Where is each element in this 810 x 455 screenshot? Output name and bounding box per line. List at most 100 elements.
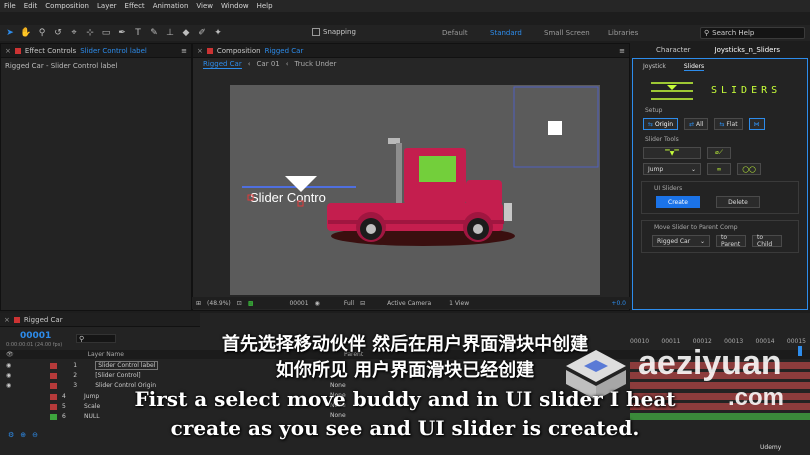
menu-help[interactable]: Help	[257, 2, 273, 10]
hand-tool-icon[interactable]: ✋	[20, 27, 32, 39]
tab-joysticks-n-sliders[interactable]: Joysticks_n_Sliders	[715, 46, 780, 54]
menu-edit[interactable]: Edit	[24, 2, 38, 10]
subtitle-en-line-2: create as you see and UI slider is creat…	[170, 416, 640, 440]
joysticks-sliders-panel: Joystick Sliders SLIDERS Setup ⇆ Origin …	[632, 58, 808, 310]
hub-rear	[366, 224, 376, 234]
parent-comp-select[interactable]: Rigged Car ⌄	[652, 235, 710, 247]
right-panel-tabs: Character Joysticks_n_Sliders	[632, 44, 808, 56]
move-slider-label: Move Slider to Parent Comp	[654, 224, 738, 231]
safe-area-icon[interactable]: ⊡	[237, 300, 242, 307]
chain-button[interactable]: ∞	[707, 163, 731, 175]
chevron-down-icon: ⌄	[690, 165, 696, 173]
subtitle-cn-line-2: 如你所见 用户界面滑块已经创建	[275, 360, 535, 381]
magnification-icon[interactable]: ⊞	[196, 300, 201, 307]
search-help-placeholder: Search Help	[712, 29, 755, 37]
search-help-field[interactable]: ⚲ Search Help	[700, 27, 805, 39]
mask-tool-icon[interactable]: ▭	[100, 27, 112, 39]
transparency-icon[interactable]: ▩	[248, 300, 254, 307]
menu-bar: File Edit Composition Layer Effect Anima…	[0, 0, 810, 12]
move-slider-row: Rigged Car ⌄ to Parent to Child	[652, 234, 798, 248]
composition-artwork: Slider Contro	[242, 86, 599, 246]
workspace-standard[interactable]: Standard	[490, 29, 522, 37]
zoom-level[interactable]: (48.9%)	[207, 300, 231, 307]
snapping-toggle[interactable]: Snapping	[312, 28, 356, 36]
subtab-sliders[interactable]: Sliders	[683, 63, 705, 71]
brush-tool-icon[interactable]: ✎	[148, 27, 160, 39]
create-button[interactable]: Create	[656, 196, 700, 208]
roto-tool-icon[interactable]: ✐	[196, 27, 208, 39]
workspace-default[interactable]: Default	[442, 29, 468, 37]
type-tool-icon[interactable]: T	[132, 27, 144, 39]
rings-icon: ◯◯	[742, 165, 756, 173]
setup-buttons: ⇆ Origin ⇄ All ⇆ Flat ⋈	[643, 118, 807, 130]
ui-sliders-label: UI Sliders	[654, 185, 683, 192]
workspace-small-screen[interactable]: Small Screen	[544, 29, 590, 37]
slider-shape-button[interactable]: ▔▼▔	[643, 147, 701, 159]
current-timecode[interactable]: 00001	[289, 300, 308, 307]
camera-tool-icon[interactable]: ⌖	[68, 27, 80, 39]
snapshot-icon[interactable]: ◉	[315, 300, 320, 307]
flat-icon: ⇆	[719, 120, 727, 128]
effect-controls-title: Effect Controls	[24, 46, 77, 55]
search-icon: ⚲	[704, 29, 710, 37]
slider-tools-label: Slider Tools	[645, 136, 679, 143]
truck-window	[419, 156, 456, 182]
ui-sliders-group: UI Sliders Create Delete	[641, 181, 799, 214]
effect-controls-subtitle: Rigged Car - Slider Control label	[5, 62, 118, 70]
menu-composition[interactable]: Composition	[45, 2, 89, 10]
menu-effect[interactable]: Effect	[125, 2, 145, 10]
chevron-down-icon: ⌄	[699, 237, 705, 245]
origin-button[interactable]: ⇆ Origin	[643, 118, 679, 130]
lock-icon	[14, 47, 21, 54]
menu-window[interactable]: Window	[221, 2, 249, 10]
menu-view[interactable]: View	[196, 2, 213, 10]
region-icon[interactable]: ⊟	[360, 300, 365, 307]
zoom-tool-icon[interactable]: ⚲	[36, 27, 48, 39]
close-icon[interactable]: ×	[4, 316, 10, 324]
tab-character[interactable]: Character	[656, 46, 691, 54]
delete-button[interactable]: Delete	[716, 196, 760, 208]
to-child-button[interactable]: to Child	[752, 234, 782, 248]
chain-icon: ∞	[716, 165, 722, 173]
effect-controls-tab[interactable]: × Effect Controls Slider Control label ≡	[1, 44, 191, 58]
effect-controls-layer: Slider Control label	[80, 46, 147, 55]
camera-select[interactable]: Active Camera	[387, 300, 431, 307]
all-icon: ⇄	[689, 120, 697, 128]
close-icon[interactable]: ×	[5, 47, 11, 55]
sliders-logo-word: SLIDERS	[711, 85, 782, 96]
cross-button[interactable]: ⋈	[748, 118, 765, 130]
panel-menu-icon[interactable]: ≡	[181, 47, 187, 55]
clone-tool-icon[interactable]: ⊥	[164, 27, 176, 39]
subtab-joystick[interactable]: Joystick	[643, 63, 666, 71]
selection-tool-icon[interactable]: ➤	[4, 27, 16, 39]
to-parent-button[interactable]: to Parent	[716, 234, 746, 248]
view-layout-select[interactable]: 1 View	[449, 300, 469, 307]
menu-animation[interactable]: Animation	[153, 2, 189, 10]
pan-behind-tool-icon[interactable]: ⊹	[84, 27, 96, 39]
pen-tool-icon[interactable]: ✒	[116, 27, 128, 39]
flat-button[interactable]: ⇆ Flat	[714, 118, 743, 130]
hub-front	[473, 224, 483, 234]
subtitle-cn-line-1: 首先选择移动伙伴 然后在用户界面滑块中创建	[221, 334, 589, 355]
plugin-sub-tabs: Joystick Sliders	[633, 59, 807, 75]
menu-layer[interactable]: Layer	[97, 2, 117, 10]
timeline-tab[interactable]: × Rigged Car	[0, 313, 200, 327]
slider-tools-row-2: Jump ⌄ ∞ ◯◯	[643, 163, 807, 175]
link-slider-button[interactable]: ⌀⟋	[707, 147, 731, 159]
workspace-libraries[interactable]: Libraries	[608, 29, 638, 37]
jump-select[interactable]: Jump ⌄	[643, 163, 701, 175]
truck-bumper	[504, 203, 512, 221]
exposure-value[interactable]: +0.0	[611, 300, 626, 307]
subtitle-en-line-1: First a select move buddy and in UI slid…	[134, 387, 676, 411]
puppet-tool-icon[interactable]: ✦	[212, 27, 224, 39]
rotate-tool-icon[interactable]: ↺	[52, 27, 64, 39]
snapping-checkbox[interactable]	[312, 28, 320, 36]
tools-toolbar: ➤ ✋ ⚲ ↺ ⌖ ⊹ ▭ ✒ T ✎ ⊥ ◆ ✐ ✦ Snapping Def…	[0, 25, 810, 41]
resolution-select[interactable]: Full	[344, 300, 354, 307]
menu-file[interactable]: File	[4, 2, 16, 10]
origin-icon: ⇆	[648, 120, 655, 128]
eraser-tool-icon[interactable]: ◆	[180, 27, 192, 39]
sliders-logo: SLIDERS	[647, 79, 807, 101]
all-button[interactable]: ⇄ All	[684, 118, 709, 130]
double-ring-button[interactable]: ◯◯	[737, 163, 761, 175]
